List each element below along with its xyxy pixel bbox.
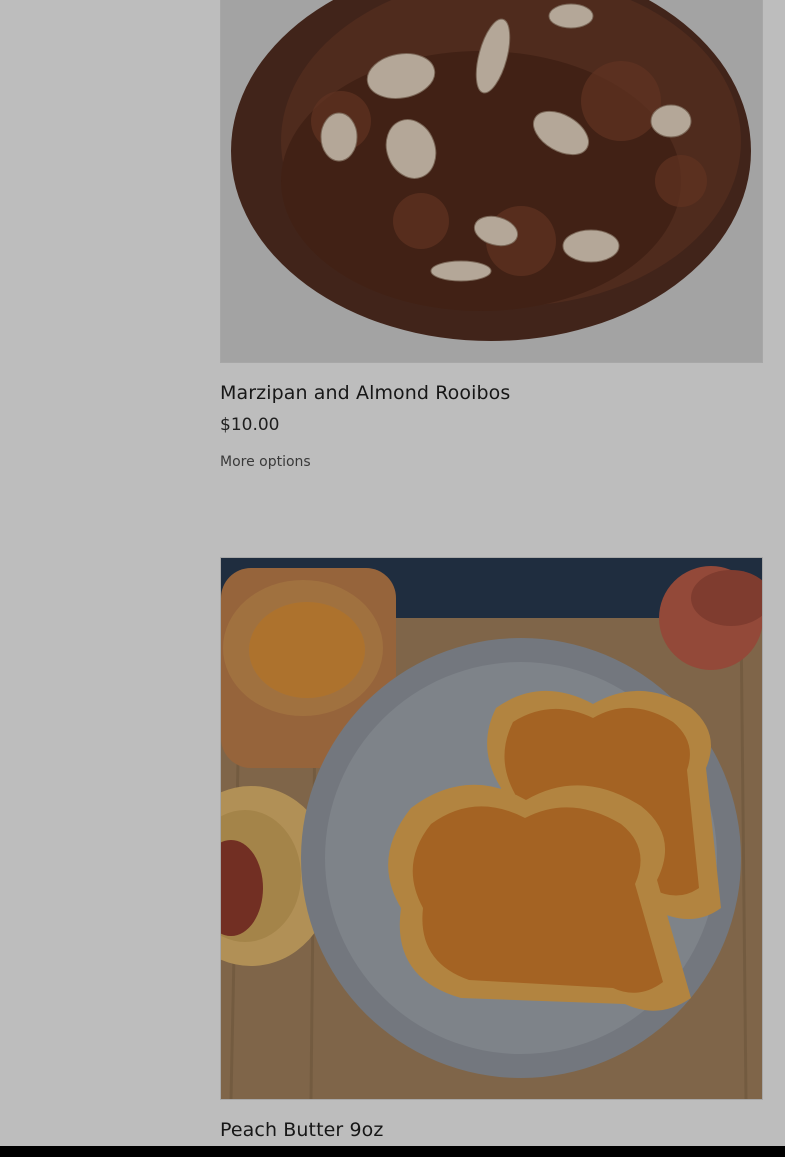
bottom-bar (0, 1146, 785, 1157)
product-price: $10.00 (220, 415, 280, 435)
product-image[interactable] (220, 0, 763, 363)
more-options-link[interactable]: More options (220, 454, 311, 470)
peach-butter-toast-photo (221, 558, 762, 1099)
product-card[interactable]: Marzipan and Almond Rooibos $10.00 More … (220, 0, 763, 470)
product-gallery-page: Marzipan and Almond Rooibos $10.00 More … (0, 0, 785, 1157)
product-card[interactable]: Peach Butter 9oz (220, 557, 763, 1142)
product-title[interactable]: Marzipan and Almond Rooibos (220, 381, 763, 405)
rooibos-tea-leaves-photo (221, 0, 762, 362)
product-title[interactable]: Peach Butter 9oz (220, 1118, 763, 1142)
product-image[interactable] (220, 557, 763, 1100)
